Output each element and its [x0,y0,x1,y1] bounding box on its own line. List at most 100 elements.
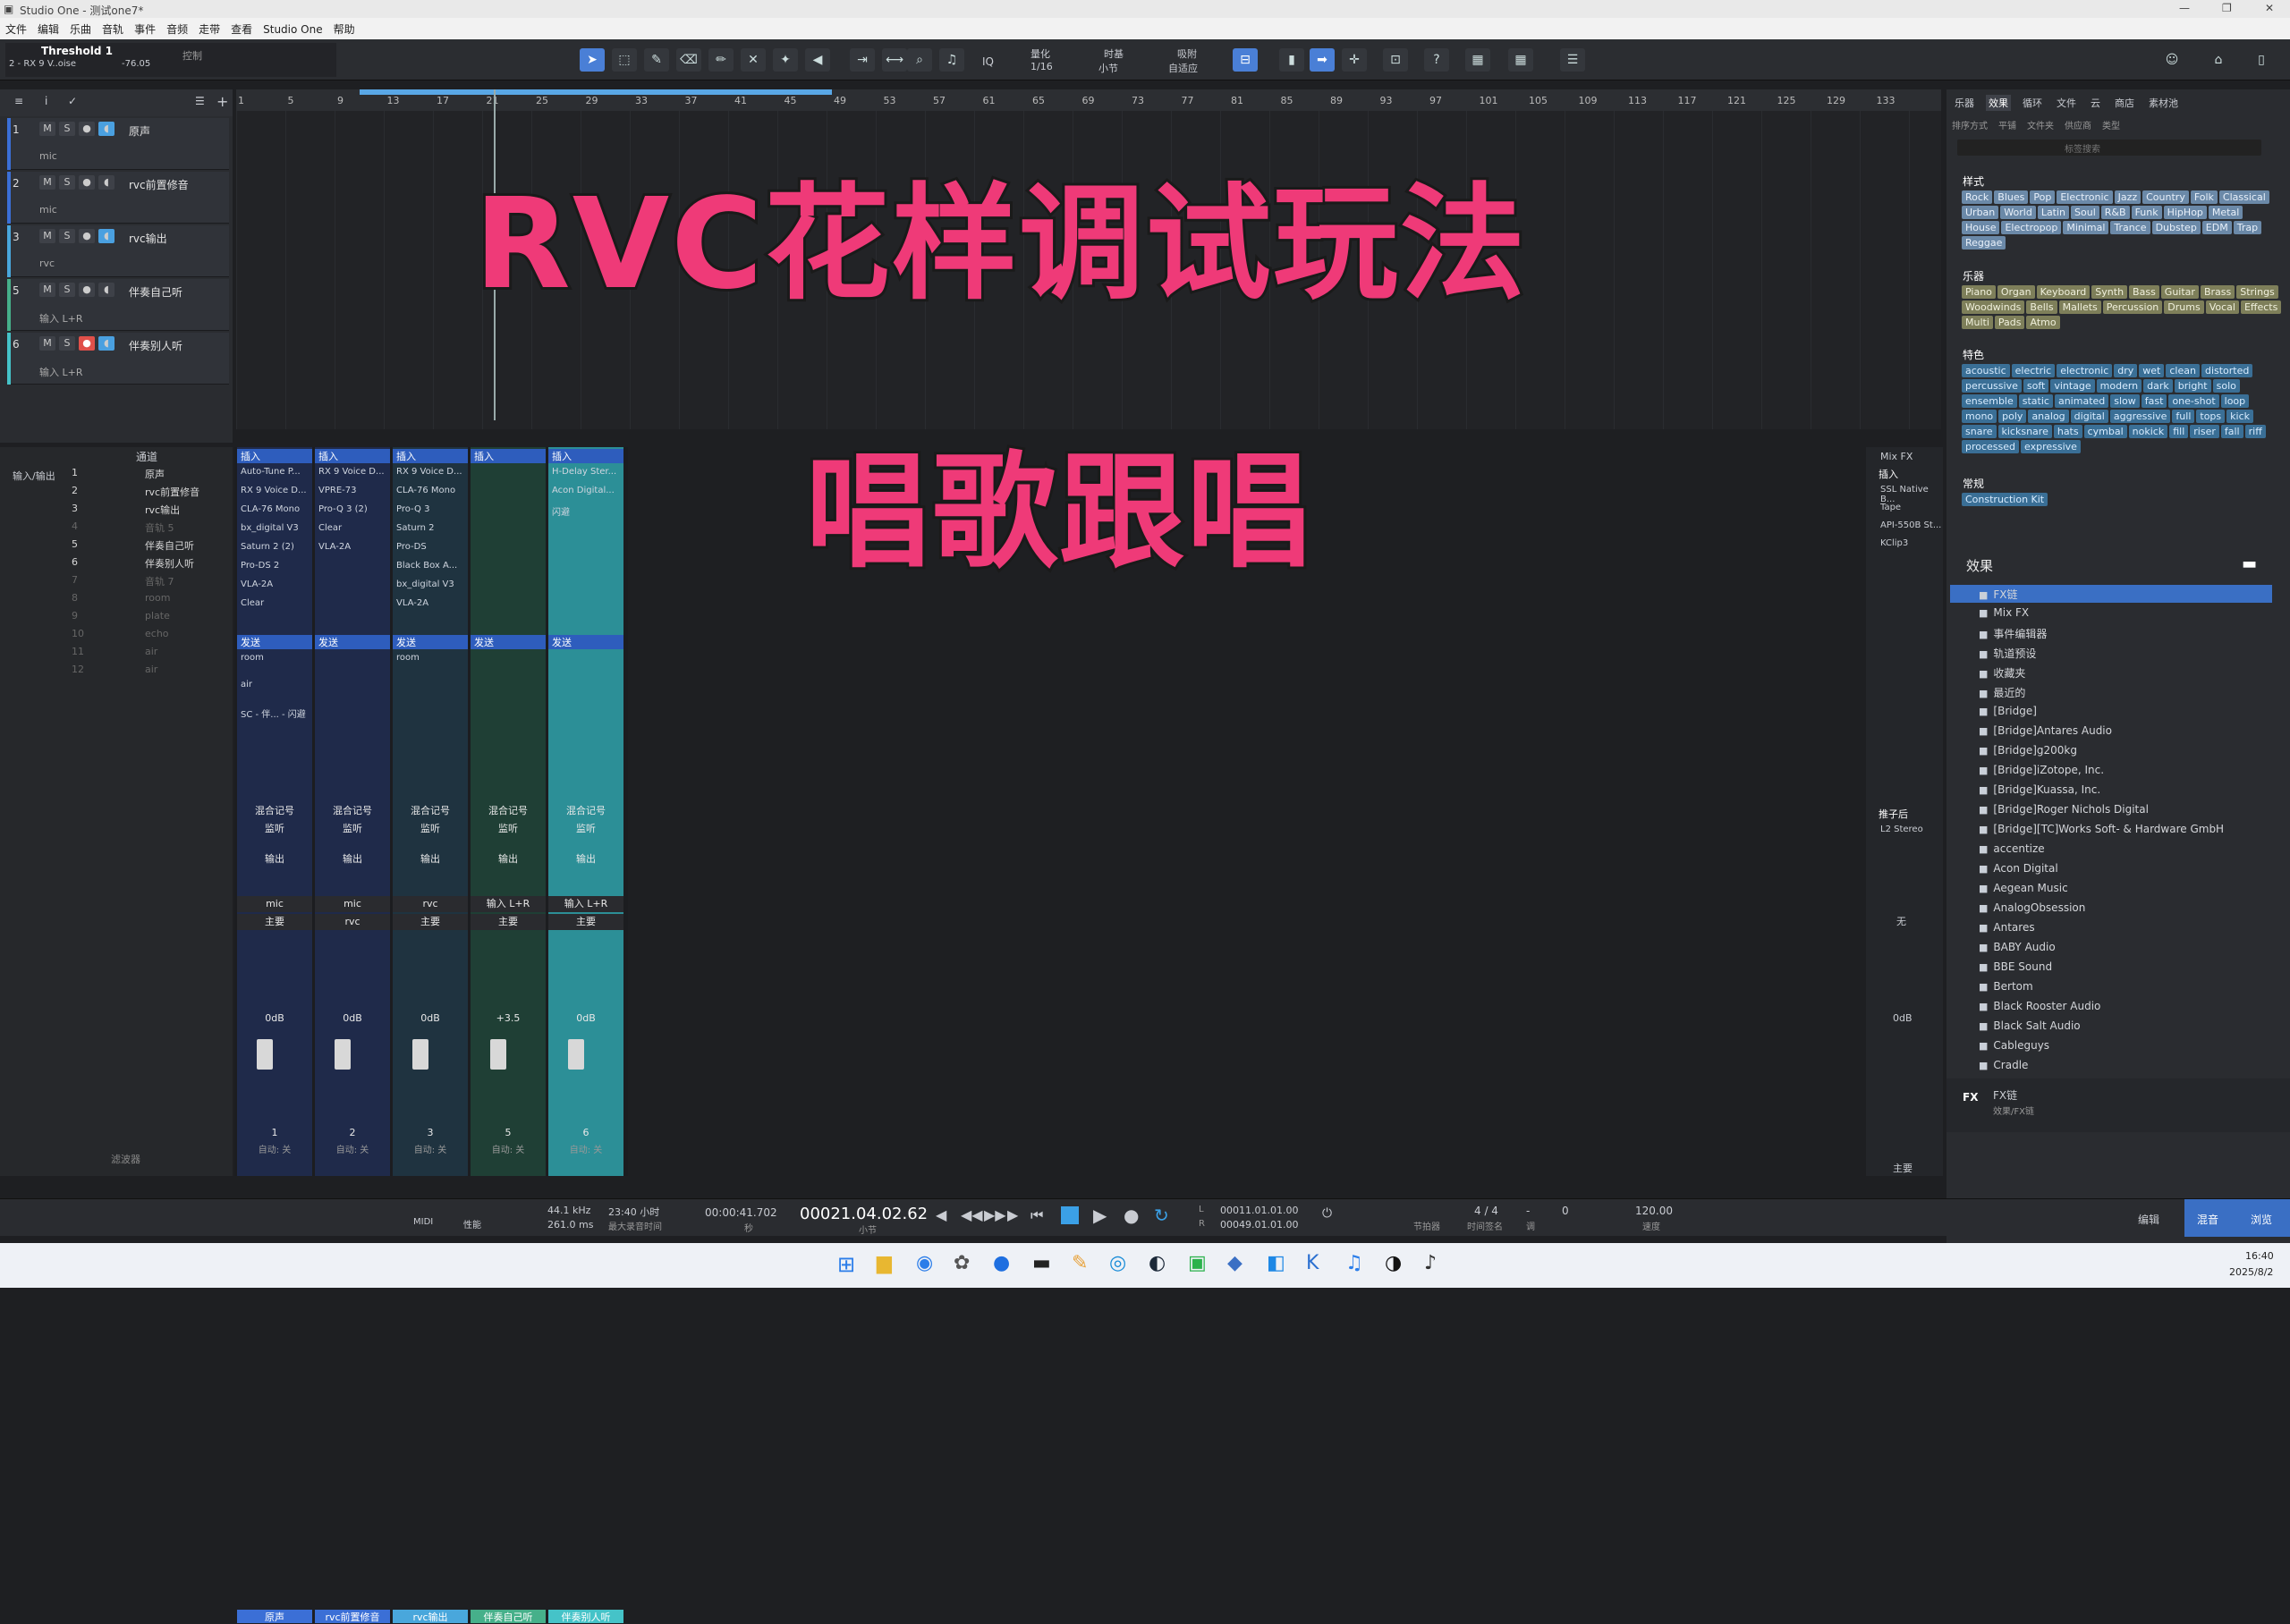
effect-folder[interactable]: accentize [1979,842,2044,855]
tag-chip[interactable]: Latin [2037,206,2070,219]
post-fader-label[interactable]: 推子后 [1879,807,1908,821]
listen-slot[interactable]: 监听 [237,821,312,837]
monitor-button[interactable]: ◖ [98,283,114,297]
insert-slot[interactable]: RX 9 Voice D... [318,467,386,479]
effect-folder[interactable]: AnalogObsession [1979,901,2085,914]
insert-slot[interactable]: Saturn 2 [396,523,464,536]
channel-name[interactable]: 伴奏自己听 [471,1610,546,1623]
list-icon[interactable]: ☰ [195,95,205,107]
browser-icon[interactable]: ◎ [1109,1252,1126,1274]
browse-view-button[interactable]: 浏览 [2238,1199,2290,1237]
tag-chip[interactable]: analog [2028,410,2069,423]
effect-folder[interactable]: [Bridge]Kuassa, Inc. [1979,783,2100,796]
effect-folder[interactable]: [Bridge]iZotope, Inc. [1979,764,2104,776]
nudge-value[interactable]: 0 [1562,1205,1569,1217]
mix-marker[interactable]: 混合记号 [315,803,390,819]
tag-chip[interactable]: Dubstep [2151,221,2201,234]
record-button[interactable]: ● [79,122,95,136]
tag-chip[interactable]: ensemble [1962,394,2017,408]
sync-icon[interactable]: ⏻ [1322,1206,1332,1221]
tag-chip[interactable]: fast [2141,394,2167,408]
tag-chip[interactable]: Jazz [2114,190,2142,204]
minimize-button[interactable]: — [2179,2,2190,14]
output-selector[interactable]: 主要 [548,914,623,930]
inspector-mode[interactable]: 控制 [182,48,202,63]
channel-list-item[interactable]: 12 air [72,662,224,678]
automation-label[interactable]: 自动: 关 [471,1143,546,1159]
monitor-button[interactable]: ◖ [98,229,114,243]
mix-marker[interactable]: 混合记号 [237,803,312,819]
tag-chip[interactable]: Trap [2233,221,2262,234]
browser-tab[interactable]: 素材池 [2146,95,2181,111]
insert-slot[interactable]: CLA-76 Mono [241,504,309,517]
app-icon-7[interactable]: K [1306,1252,1319,1274]
output-slot[interactable]: 输出 [471,851,546,867]
mix-fx-item[interactable]: KClip3 [1880,538,1908,548]
track-row[interactable]: 6 M S ● ◖ 伴奏别人听 输入 L+R [7,333,229,385]
tag-chip[interactable]: Rock [1962,190,1993,204]
loop-left[interactable]: 00011.01.01.00 [1220,1205,1298,1216]
mute-button[interactable]: M [39,175,55,190]
tag-chip[interactable]: Funk [2131,206,2162,219]
loop-right[interactable]: 00049.01.01.00 [1220,1219,1298,1231]
tag-chip[interactable]: Organ [1997,285,2035,299]
tag-chip[interactable]: wet [2139,364,2165,377]
tag-chip[interactable]: Keyboard [2036,285,2091,299]
tag-chip[interactable]: soft [2023,379,2049,393]
tag-chip[interactable]: Pop [2030,190,2056,204]
mute-button[interactable]: M [39,336,55,351]
eraser-tool-icon[interactable]: ⌫ [676,48,701,72]
tag-chip[interactable]: Construction Kit [1962,493,2048,506]
video-icon[interactable]: ▦ [1465,48,1490,72]
browser-tab[interactable]: 乐器 [1952,95,1977,111]
track-input[interactable]: rvc [39,258,55,269]
menu-event[interactable]: 事件 [129,18,161,40]
insert-slot[interactable]: VLA-2A [241,579,309,592]
send-header[interactable]: 发送 [315,635,390,649]
tag-chip[interactable]: nokick [2128,425,2168,438]
effect-folder[interactable]: Cradle [1979,1059,2028,1071]
performance-label[interactable]: 性能 [463,1217,481,1231]
tag-chip[interactable]: Brass [2200,285,2235,299]
tag-chip[interactable]: kick [2226,410,2254,423]
insert-header[interactable]: 插入 [548,449,623,463]
paint-tool-icon[interactable]: ✏ [708,48,734,72]
mix-view-button[interactable]: 混音 [2184,1199,2238,1237]
browser-subtab[interactable]: 类型 [2102,118,2120,131]
mix-fx-insert[interactable]: 插入 [1879,467,1898,481]
tag-chip[interactable]: Trance [2110,221,2150,234]
metronome-icon[interactable]: ▮ [1279,48,1304,72]
arrow-tool-icon[interactable]: ➤ [580,48,605,72]
tag-chip[interactable]: static [2018,394,2053,408]
tag-chip[interactable]: slow [2110,394,2140,408]
clock-date[interactable]: 2025/8/2 [2229,1266,2273,1278]
output-selector[interactable]: 主要 [393,914,468,930]
file-explorer-icon[interactable]: ▆ [877,1252,892,1274]
tag-chip[interactable]: R&B [2100,206,2130,219]
layout-icon[interactable]: ☰ [1560,48,1585,72]
output-slot[interactable]: 输出 [548,851,623,867]
volume-db[interactable]: 0dB [315,1011,390,1027]
tag-chip[interactable]: fall [2220,425,2243,438]
studio-one-icon[interactable]: ◑ [1385,1252,1402,1274]
output-selector[interactable]: 主要 [237,914,312,930]
insert-slot[interactable]: 闪避 [552,504,620,517]
mix-marker[interactable]: 混合记号 [471,803,546,819]
tag-chip[interactable]: percussive [1962,379,2022,393]
volume-fader[interactable] [257,1039,273,1070]
post-fader-item[interactable]: L2 Stereo [1880,825,1923,834]
track-name[interactable]: 伴奏自己听 [129,284,182,300]
app-icon-2[interactable]: ● [993,1252,1010,1274]
tag-chip[interactable]: dry [2114,364,2138,377]
search-tool-icon[interactable]: ⌕ [907,48,932,72]
effect-folder[interactable]: [Bridge]g200kg [1979,744,2077,757]
menu-file[interactable]: 文件 [0,18,32,40]
insert-header[interactable]: 插入 [471,449,546,463]
volume-db[interactable]: +3.5 [471,1011,546,1027]
browser-tab[interactable]: 云 [2088,95,2103,111]
tag-chip[interactable]: Folk [2190,190,2218,204]
monitor-button[interactable]: ◖ [98,122,114,136]
tag-chip[interactable]: Soul [2071,206,2099,219]
insert-slot[interactable]: Saturn 2 (2) [241,542,309,554]
track-input[interactable]: mic [39,204,57,216]
